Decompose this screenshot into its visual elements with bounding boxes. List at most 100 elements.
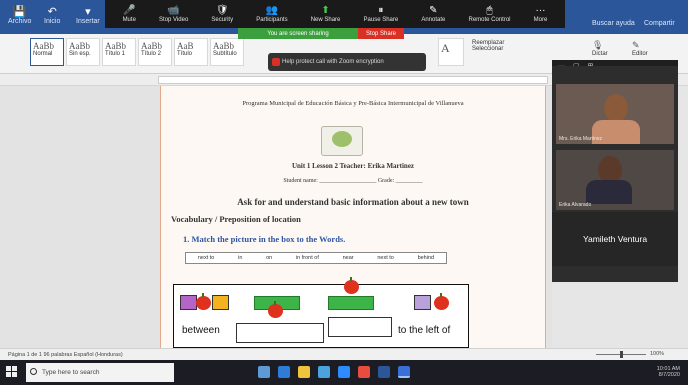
zoom-knob[interactable] — [620, 351, 623, 358]
style-preview: AaBb — [141, 41, 162, 51]
unit-line: Unit 1 Lesson 2 Teacher: Erika Martinez — [291, 162, 415, 170]
word-bank: next to in on in front of near next to b… — [185, 252, 447, 264]
word-bank-item: next to — [377, 255, 394, 261]
sharing-banner: You are screen sharing — [238, 28, 358, 39]
more-button[interactable]: ··· More — [534, 5, 548, 23]
clock-date: 8/7/2020 — [658, 372, 680, 378]
style-preview: AaBb — [69, 41, 90, 51]
start-tile — [12, 372, 17, 377]
taskbar-search-input[interactable]: Type here to search — [26, 363, 174, 382]
editing-group: Reemplazar Seleccionar — [470, 38, 540, 66]
apple-image — [434, 293, 449, 310]
zoom-slider[interactable]: 100% — [556, 351, 666, 358]
answer-box[interactable] — [328, 317, 392, 337]
annotate-button[interactable]: ✎ Annotate — [421, 5, 445, 23]
style-heading-2[interactable]: AaBb Título 2 — [138, 38, 172, 66]
style-label: Subtítulo — [213, 51, 237, 57]
new-share-button[interactable]: ⬆ New Share — [311, 5, 341, 23]
video-tile-2[interactable]: Erika Alvarado — [556, 150, 674, 210]
zoom-app-icon[interactable] — [338, 366, 350, 378]
security-button[interactable]: 🛡 Security — [211, 5, 233, 23]
control-label: Annotate — [421, 17, 446, 23]
control-label: Security — [211, 17, 234, 23]
start-tile — [6, 366, 11, 371]
task-view-icon[interactable] — [258, 366, 270, 378]
mute-button[interactable]: 🎤 Mute — [123, 5, 136, 23]
participant-name: Mrs. Erika Martinez — [559, 136, 603, 142]
start-tile — [12, 366, 17, 371]
windows-start-icon[interactable] — [6, 366, 18, 378]
control-label: More — [533, 17, 548, 23]
style-subtitle[interactable]: AaBb Subtítulo — [210, 38, 244, 66]
chrome-icon[interactable] — [358, 366, 370, 378]
word-bank-item: in front of — [295, 255, 319, 261]
style-preview: AaBb — [105, 41, 126, 51]
apple-image — [196, 293, 211, 310]
microphone-icon: 🎙 — [592, 40, 604, 50]
word-bank-item: near — [342, 255, 354, 261]
control-label: Remote Control — [468, 17, 511, 23]
titlebar-item-file[interactable]: 💾 Archivo — [8, 6, 31, 25]
stop-video-button[interactable]: 📹 Stop Video — [159, 5, 188, 23]
school-logo — [321, 126, 363, 156]
participants-button[interactable]: 👥 Participants — [256, 5, 287, 23]
active-speaker-name: Yamileth Ventura — [552, 212, 678, 266]
picture-exercise: between to the left of — [173, 277, 469, 348]
search-placeholder: Type here to search — [42, 369, 100, 376]
edge-icon[interactable] — [278, 366, 290, 378]
style-label: Sin esp. — [69, 51, 91, 57]
titlebar-label: Compartir — [644, 20, 675, 27]
screen: 💾 Archivo ↶ Inicio ▾ Insertar Buscar ayu… — [0, 0, 688, 385]
remote-control-button[interactable]: 🖱 Remote Control — [469, 5, 511, 23]
student-line: Student name: ___________________ Grade:… — [283, 178, 423, 184]
pause-share-button[interactable]: ⏸ Pause Share — [364, 5, 399, 23]
style-no-spacing[interactable]: AaBb Sin esp. — [66, 38, 100, 66]
titlebar-item-home[interactable]: ↶ Inicio — [44, 6, 60, 25]
store-icon[interactable] — [318, 366, 330, 378]
pen-icon: ✎ — [429, 5, 438, 16]
shield-icon: 🛡 — [215, 5, 229, 16]
control-label: Pause Share — [363, 17, 399, 23]
share-link[interactable]: Compartir — [644, 20, 675, 27]
answer-box[interactable] — [236, 323, 324, 343]
search-help-link[interactable]: Buscar ayuda — [592, 20, 635, 27]
zoom-control-bar: 🎤 Mute 📹 Stop Video 🛡 Security 👥 Participant… — [105, 0, 565, 28]
control-label: New Share — [310, 17, 341, 23]
font-color-icon: A — [441, 41, 450, 55]
word-app-icon[interactable] — [378, 366, 390, 378]
titlebar-item-insert[interactable]: ▾ Insertar — [76, 6, 100, 25]
video-tile-1[interactable]: Mrs. Erika Martinez — [556, 84, 674, 144]
editor-icon: ✎ — [632, 40, 640, 50]
document-area[interactable]: Programa Municipal de Educación Básica y… — [0, 86, 552, 348]
windows-taskbar: Type here to search 10:01 AM 8/7/2020 — [0, 360, 688, 385]
file-explorer-icon[interactable] — [298, 366, 310, 378]
zoom-notification[interactable]: Help protect call with Zoom encryption — [268, 53, 426, 71]
style-title[interactable]: AaB Título — [174, 38, 208, 66]
ruler-track[interactable] — [158, 76, 548, 84]
select-button[interactable]: Seleccionar — [472, 46, 538, 52]
control-label: Stop Video — [159, 17, 189, 23]
lesson-heading: Ask for and understand basic information… — [237, 197, 469, 207]
document-page[interactable]: Programa Municipal de Educación Básica y… — [160, 86, 546, 348]
start-tile — [6, 372, 11, 377]
pause-icon: ⏸ — [378, 5, 384, 16]
label-to-the-left-of: to the left of — [398, 325, 451, 336]
titlebar-label: Archivo — [8, 18, 32, 25]
green-box — [328, 296, 374, 310]
font-color-button[interactable]: A — [438, 38, 464, 66]
word-bank-item: on — [266, 255, 273, 261]
chevron-down-icon: ▾ — [85, 6, 91, 18]
system-clock[interactable]: 10:01 AM 8/7/2020 — [600, 366, 680, 378]
stop-share-button[interactable]: Stop Share — [358, 28, 404, 39]
notification-text: Help protect call with Zoom encryption — [282, 59, 384, 65]
style-heading-1[interactable]: AaBb Título 1 — [102, 38, 136, 66]
word-active-icon[interactable] — [398, 366, 410, 378]
participant-name: Erika Alvarado — [559, 202, 592, 208]
word-bank-item: next to — [197, 255, 215, 261]
participant-body — [586, 180, 632, 204]
save-icon: 💾 — [12, 6, 27, 18]
apple-image — [344, 277, 359, 294]
style-normal[interactable]: AaBb Normal — [30, 38, 64, 66]
style-preview: AaB — [177, 41, 194, 51]
participants-icon: 👥 — [265, 5, 279, 16]
